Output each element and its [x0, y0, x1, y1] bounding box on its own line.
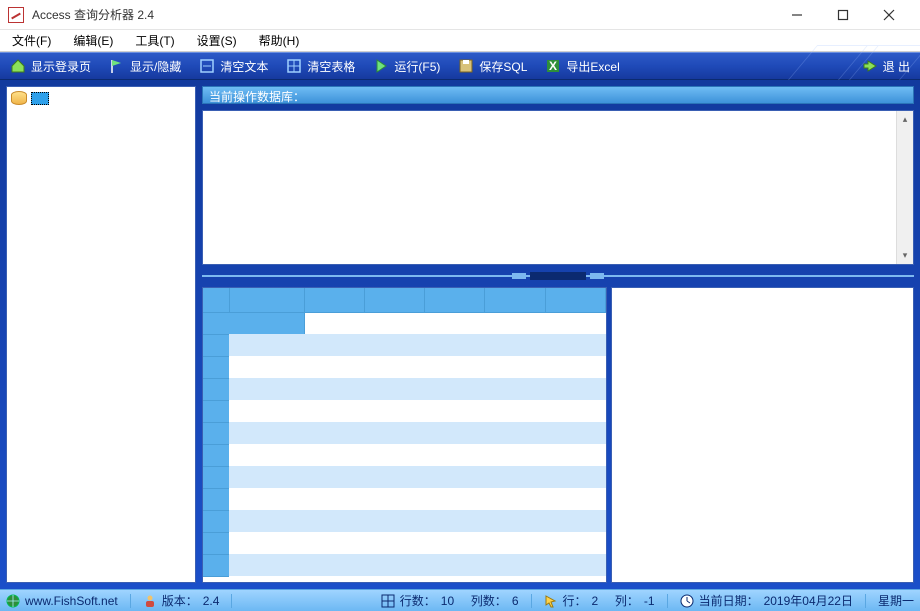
minimize-button[interactable]	[774, 0, 820, 30]
table-row[interactable]	[203, 510, 606, 532]
show-login-button[interactable]: 显示登录页	[6, 56, 95, 77]
play-icon	[373, 58, 389, 74]
table-row[interactable]	[203, 312, 606, 334]
version-label: 版本：	[162, 592, 198, 609]
home-icon	[10, 58, 26, 74]
right-pane: 当前操作数据库： ▴ ▾	[202, 86, 914, 583]
save-sql-button[interactable]: 保存SQL	[454, 56, 531, 77]
status-weekday: 星期一	[878, 592, 914, 609]
clear-text-button[interactable]: 清空文本	[195, 56, 272, 77]
menu-setting[interactable]: 设置(S)	[193, 30, 241, 51]
exit-label: 退 出	[883, 58, 910, 75]
current-db-label: 当前操作数据库：	[209, 90, 305, 104]
save-sql-label: 保存SQL	[479, 58, 527, 75]
sql-editor[interactable]	[203, 111, 913, 264]
database-icon	[11, 91, 27, 105]
exit-icon	[862, 58, 878, 74]
show-hide-button[interactable]: 显示/隐藏	[105, 56, 185, 77]
table-row[interactable]	[203, 400, 606, 422]
date-label: 当前日期：	[699, 592, 759, 609]
cols-value: 6	[512, 594, 519, 608]
cursor-col-label: 列：	[615, 592, 639, 609]
status-website-text: www.FishSoft.net	[25, 594, 118, 608]
clear-table-button[interactable]: 清空表格	[282, 56, 359, 77]
editor-scrollbar[interactable]: ▴ ▾	[896, 111, 913, 264]
current-db-header: 当前操作数据库：	[202, 86, 914, 104]
detail-pane[interactable]	[611, 287, 914, 583]
table-row[interactable]	[203, 378, 606, 400]
result-grid[interactable]	[202, 287, 607, 583]
status-website[interactable]: www.FishSoft.net	[6, 594, 118, 608]
scroll-up-icon[interactable]: ▴	[897, 111, 913, 128]
menu-file[interactable]: 文件(F)	[8, 30, 55, 51]
tree-root-row[interactable]	[7, 87, 195, 109]
cursor-row-label: 行：	[563, 592, 587, 609]
globe-icon	[6, 594, 20, 608]
tree-selected-node[interactable]	[31, 92, 49, 105]
table-row[interactable]	[203, 422, 606, 444]
person-icon	[143, 594, 157, 608]
title-bar: Access 查询分析器 2.4	[0, 0, 920, 30]
rows-value: 10	[441, 594, 454, 608]
exit-button[interactable]: 退 出	[858, 56, 914, 77]
window-title: Access 查询分析器 2.4	[32, 6, 154, 23]
table-row[interactable]	[203, 488, 606, 510]
export-excel-label: 导出Excel	[566, 58, 619, 75]
menu-bar: 文件(F) 编辑(E) 工具(T) 设置(S) 帮助(H)	[0, 30, 920, 52]
table-row[interactable]	[203, 532, 606, 554]
export-excel-button[interactable]: X 导出Excel	[541, 56, 623, 77]
rows-label: 行数：	[400, 592, 436, 609]
status-version: 版本： 2.4	[143, 592, 220, 609]
run-button[interactable]: 运行(F5)	[369, 56, 444, 77]
table-row[interactable]	[203, 444, 606, 466]
app-icon	[8, 7, 24, 23]
toolbar: 显示登录页 显示/隐藏 清空文本 清空表格 运行(F5) 保存SQL X 导出E…	[0, 52, 920, 80]
table-row[interactable]	[203, 466, 606, 488]
flag-icon	[109, 58, 125, 74]
run-label: 运行(F5)	[394, 58, 440, 75]
excel-icon: X	[545, 58, 561, 74]
horizontal-splitter[interactable]	[202, 271, 914, 281]
status-rowcount: 行数： 10 列数： 6	[381, 592, 519, 609]
date-value: 2019年04月22日	[764, 592, 853, 609]
status-cursor: 行： 2 列： -1	[544, 592, 655, 609]
version-value: 2.4	[203, 594, 220, 608]
grid-icon	[381, 594, 395, 608]
clear-text-icon	[199, 58, 215, 74]
close-button[interactable]	[866, 0, 912, 30]
scroll-down-icon[interactable]: ▾	[897, 247, 913, 264]
grid-header-row	[203, 288, 606, 312]
results-area	[202, 287, 914, 583]
cursor-row-value: 2	[592, 594, 599, 608]
weekday-value: 星期一	[878, 592, 914, 609]
status-bar: www.FishSoft.net 版本： 2.4 行数： 10 列数： 6 行： 2 列…	[0, 589, 920, 611]
clear-table-label: 清空表格	[307, 58, 355, 75]
menu-help[interactable]: 帮助(H)	[255, 30, 304, 51]
clear-table-icon	[286, 58, 302, 74]
menu-edit[interactable]: 编辑(E)	[69, 30, 117, 51]
cursor-col-value: -1	[644, 594, 655, 608]
sql-editor-pane: ▴ ▾	[202, 110, 914, 265]
svg-text:X: X	[549, 59, 557, 73]
table-row[interactable]	[203, 334, 606, 356]
table-row[interactable]	[203, 356, 606, 378]
status-date: 当前日期： 2019年04月22日	[680, 592, 853, 609]
show-login-label: 显示登录页	[31, 58, 91, 75]
tree-pane[interactable]	[6, 86, 196, 583]
grid-table	[203, 288, 606, 577]
clock-icon	[680, 594, 694, 608]
workspace: 当前操作数据库： ▴ ▾	[0, 80, 920, 589]
clear-text-label: 清空文本	[220, 58, 268, 75]
cursor-icon	[544, 594, 558, 608]
save-icon	[458, 58, 474, 74]
menu-tool[interactable]: 工具(T)	[131, 30, 178, 51]
show-hide-label: 显示/隐藏	[130, 58, 181, 75]
table-row[interactable]	[203, 554, 606, 576]
maximize-button[interactable]	[820, 0, 866, 30]
cols-label: 列数：	[471, 592, 507, 609]
